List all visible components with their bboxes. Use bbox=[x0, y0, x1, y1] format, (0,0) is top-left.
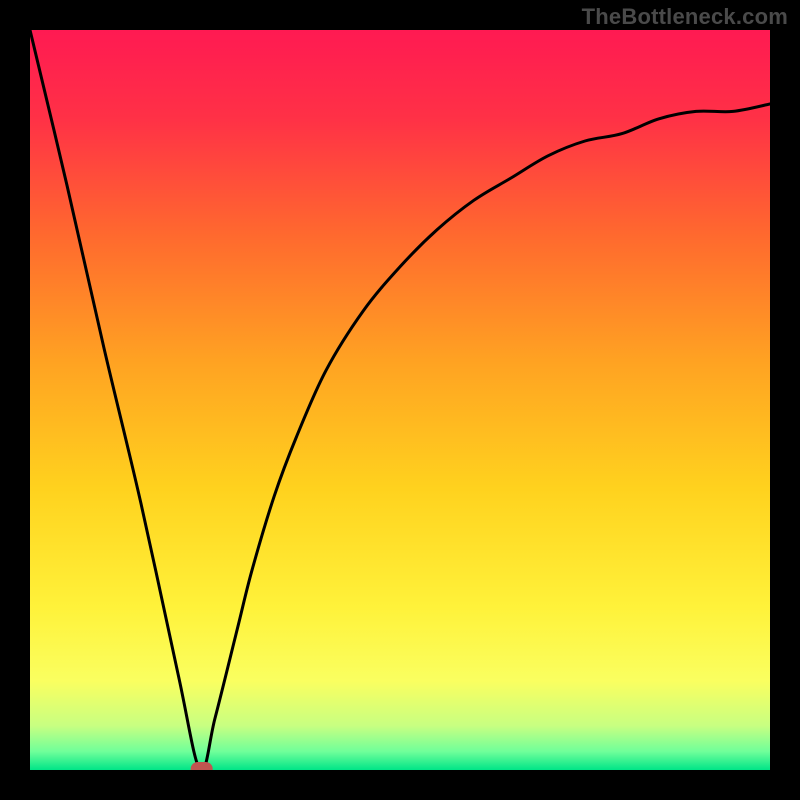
plot-svg bbox=[30, 30, 770, 770]
gradient-background bbox=[30, 30, 770, 770]
watermark-text: TheBottleneck.com bbox=[582, 4, 788, 30]
plot-area bbox=[30, 30, 770, 770]
chart-frame: TheBottleneck.com bbox=[0, 0, 800, 800]
root-marker bbox=[191, 762, 213, 770]
